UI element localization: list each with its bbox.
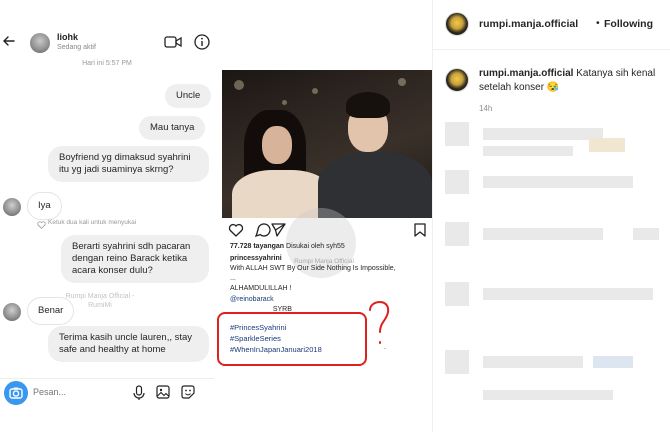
caption-mention[interactable]: @reinobarack — [230, 295, 274, 304]
time-divider: Hari ini 5:57 PM — [82, 60, 132, 67]
message-composer — [0, 378, 214, 409]
caption-line: With ALLAH SWT By Our Side Nothing Is Im… — [230, 265, 396, 272]
like-heart-icon — [228, 223, 244, 237]
post-side-panel: rumpi.manja.official • Following rumpi.m… — [432, 0, 670, 432]
view-count: 77.728 tayangan — [230, 243, 285, 250]
post-screenshot: 77.728 tayangan Disukai oleh syh55 princ… — [214, 0, 432, 432]
chat-header: liohk Sedang aktif — [0, 26, 214, 60]
back-arrow-icon[interactable] — [2, 34, 16, 48]
post-views-line: 77.728 tayangan Disukai oleh syh55 — [230, 243, 345, 250]
account-name[interactable]: rumpi.manja.official — [479, 18, 578, 30]
red-highlight-box — [217, 312, 367, 366]
sticker-icon[interactable] — [181, 385, 195, 399]
sender-avatar — [3, 198, 21, 216]
info-icon[interactable] — [194, 34, 210, 50]
following-button[interactable]: Following — [604, 18, 653, 30]
sender-avatar — [3, 303, 21, 321]
couple-photo — [222, 70, 432, 218]
post-action-bar — [228, 223, 426, 237]
camera-button[interactable] — [4, 381, 28, 405]
message-bubble-out[interactable]: Boyfriend yg dimaksud syahrini itu yg ja… — [48, 146, 209, 182]
account-avatar[interactable] — [445, 12, 469, 36]
double-tap-hint: Ketuk dua kali untuk menyukai — [48, 219, 137, 226]
message-bubble-out[interactable]: Berarti syahrini sdh pacaran dengan rein… — [61, 235, 209, 283]
caption-username[interactable]: princessyahrini — [230, 254, 282, 263]
message-bubble-in[interactable]: Iya — [27, 192, 62, 220]
bookmark-icon — [414, 223, 426, 237]
chat-avatar[interactable] — [30, 33, 50, 53]
comment-icon — [254, 223, 271, 237]
comment-timestamp: 14h — [479, 104, 493, 113]
message-bubble-out[interactable]: Terima kasih uncle lauren,, stay safe an… — [48, 326, 209, 362]
message-input[interactable] — [33, 387, 103, 397]
dm-chat-screenshot: liohk Sedang aktif Hari ini 5:57 PM Uncl… — [0, 0, 214, 432]
separator-dot: • — [596, 17, 600, 29]
share-icon — [271, 223, 286, 237]
comment-username[interactable]: rumpi.manja.official — [479, 68, 573, 79]
gallery-icon[interactable] — [156, 385, 170, 399]
chat-active-status: Sedang aktif — [57, 44, 96, 51]
caption-line: ... — [230, 275, 236, 282]
post-watermark: Rumpi Manja Official — [294, 258, 354, 265]
panel-header: rumpi.manja.official • Following — [433, 0, 670, 50]
comment-avatar[interactable] — [445, 68, 469, 92]
question-mark-annotation — [369, 301, 390, 344]
chat-username[interactable]: liohk — [57, 32, 78, 42]
message-bubble-out[interactable]: Uncle — [165, 84, 212, 108]
liked-by[interactable]: Disukai oleh syh55 — [286, 243, 345, 250]
caption-comment: rumpi.manja.official Katanya sih kenal s… — [479, 67, 665, 95]
caption-line: ALHAMDULILLAH ! — [230, 285, 292, 292]
microphone-icon[interactable] — [132, 385, 146, 401]
video-call-icon[interactable] — [164, 35, 182, 49]
chat-watermark: Rumpi Manja Official - RumiMi — [65, 293, 135, 309]
message-bubble-out[interactable]: Mau tanya — [139, 116, 206, 140]
heart-icon[interactable] — [37, 221, 46, 229]
camera-icon — [9, 387, 23, 399]
